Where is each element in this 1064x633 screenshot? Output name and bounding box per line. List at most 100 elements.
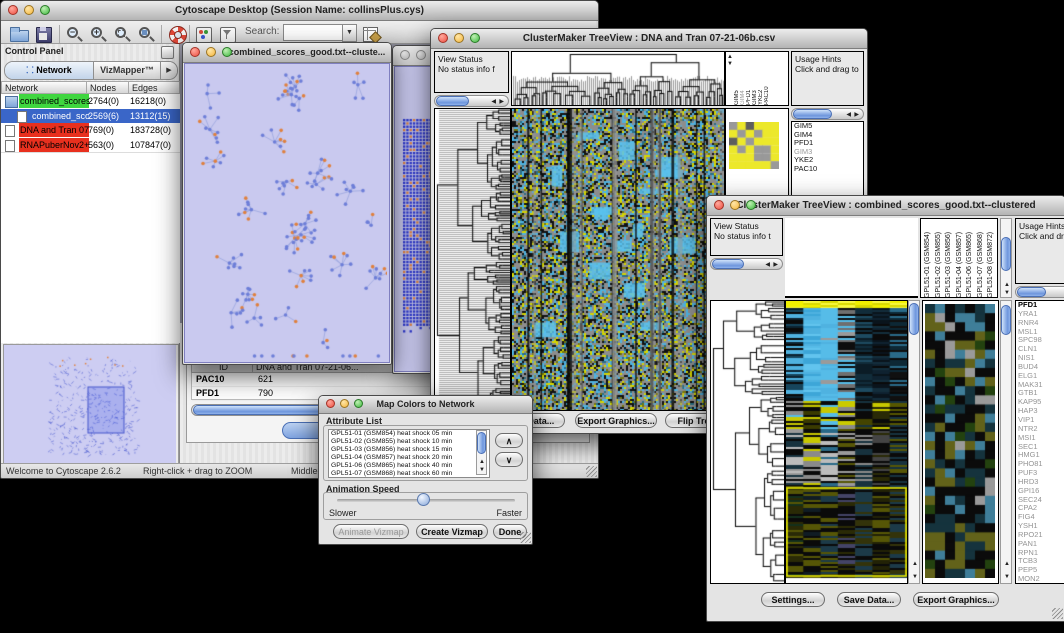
gene-label[interactable]: RNR4 [1016,319,1064,328]
gene-label[interactable]: PFD1 [792,139,863,148]
resize-grip[interactable] [586,466,597,477]
tv1-status-hscrollbar[interactable]: ◀▶ [434,95,509,107]
attribute-item[interactable]: GPL51-02 (GSM855) heat shock 10 min [329,438,489,446]
column-header-edges[interactable]: Edges [129,81,180,94]
zoom-selected-icon[interactable] [113,24,135,44]
close-button[interactable] [714,200,724,210]
tab-network[interactable]: ⸬ Network [5,62,94,79]
tv1-heatmap[interactable] [511,108,725,411]
column-header-network[interactable]: Network [1,81,87,94]
gene-label[interactable]: NTR2 [1016,425,1064,434]
gene-label[interactable]: PAN1 [1016,540,1064,549]
attribute-list-vscrollbar[interactable]: ▲▼ [476,430,487,475]
gene-label[interactable]: YSH1 [1016,522,1064,531]
close-button[interactable] [438,33,448,43]
move-up-button[interactable]: ∧ [495,433,523,448]
gene-label[interactable]: GTB1 [1016,389,1064,398]
attribute-list[interactable]: GPL51-01 (GSM854) heat shock 05 minGPL51… [328,429,490,478]
treeview1-title-bar[interactable]: ClusterMaker TreeView : DNA and Tran 07-… [431,29,867,49]
network-row[interactable]: DNA and Tran 07769(0)183728(0) [1,123,180,138]
gene-label[interactable]: PFD1 [1016,301,1064,310]
gene-label[interactable]: BUD4 [1016,363,1064,372]
minimize-button[interactable] [24,5,34,15]
network-row[interactable]: RNAPuberNov2+!563(0)107847(0) [1,138,180,153]
attribute-item[interactable]: GPL51-07 (GSM868) heat shock 60 min [329,470,489,478]
gene-label[interactable]: MSL1 [1016,328,1064,337]
gene-label[interactable]: MSI1 [1016,434,1064,443]
gene-label[interactable]: GIM5 [792,122,863,131]
gene-label[interactable]: RPN1 [1016,549,1064,558]
tv2-zoom-panel[interactable] [922,300,999,584]
gene-label[interactable]: PUF3 [1016,469,1064,478]
attribute-item[interactable]: GPL51-03 (GSM856) heat shock 15 min [329,446,489,454]
save-icon[interactable] [34,24,56,44]
gene-label[interactable]: VIP1 [1016,416,1064,425]
filter-icon[interactable] [218,24,240,44]
network1-canvas[interactable] [184,63,390,363]
column-header-nodes[interactable]: Nodes [87,81,129,94]
resize-grip[interactable] [520,532,531,543]
attribute-item[interactable]: GPL51-04 (GSM857) heat shock 20 min [329,454,489,462]
tv2-gene-list[interactable]: PFD1YRA1RNR4MSL1SPC98CLN1NIS1BUD4ELG1MAK… [1015,300,1064,584]
close-button[interactable] [326,399,335,408]
zoom-button[interactable] [470,33,480,43]
help-lifesaver-icon[interactable] [168,24,190,44]
tv1-hints-hscrollbar[interactable]: ◀▶ [791,108,864,120]
resize-grip[interactable] [1052,608,1063,619]
gene-label[interactable]: GIM3 [792,148,863,157]
gene-label[interactable]: SPC98 [1016,336,1064,345]
tv2-status-hscrollbar[interactable]: ◀▶ [710,258,783,270]
gene-label[interactable]: FIG4 [1016,513,1064,522]
gene-label[interactable]: NIS1 [1016,354,1064,363]
attribute-item[interactable]: GPL51-01 (GSM854) heat shock 05 min [329,430,489,438]
minimize-button[interactable] [454,33,464,43]
export-graphics-button[interactable]: Export Graphics... [913,592,999,607]
animate-vizmap-button[interactable]: Animate Vizmap [333,524,409,539]
gene-label[interactable]: HRD3 [1016,478,1064,487]
zoom-button[interactable] [746,200,756,210]
gene-label[interactable]: TCB3 [1016,557,1064,566]
gene-label[interactable]: CLN1 [1016,345,1064,354]
gene-label[interactable]: ELG1 [1016,372,1064,381]
gene-label[interactable]: PHO81 [1016,460,1064,469]
gene-label[interactable]: HAP3 [1016,407,1064,416]
search-dropdown-button[interactable]: ▼ [342,24,357,42]
attribute-item[interactable]: GPL51-06 (GSM865) heat shock 40 min [329,462,489,470]
gene-label[interactable]: PAC10 [792,165,863,174]
treeview2-title-bar[interactable]: ClusterMaker TreeView : combined_scores_… [707,196,1064,216]
tv1-column-dendrogram[interactable] [511,51,725,106]
gene-label[interactable]: SEC1 [1016,443,1064,452]
gene-label[interactable]: MAK31 [1016,381,1064,390]
gene-label[interactable]: PEP5 [1016,566,1064,575]
minimize-button[interactable] [206,47,216,57]
zoom-button[interactable] [354,399,363,408]
tv2-row-dendrogram[interactable] [710,300,785,584]
gene-label[interactable]: MON2 [1016,575,1064,584]
tv1-row-dendrogram[interactable] [434,108,511,411]
network-row[interactable]: combined_scores2764(0)16218(0) [1,94,180,109]
main-title-bar[interactable]: Cytoscape Desktop (Session Name: collins… [1,1,598,21]
tv2-zoom-vscrollbar[interactable]: ▲▼ [1000,300,1012,584]
network1-title-bar[interactable]: combined_scores_good.txt--cluste... [183,43,391,63]
open-folder-icon[interactable] [9,24,31,44]
gene-label[interactable]: KAP95 [1016,398,1064,407]
gene-label[interactable]: YKE2 [792,156,863,165]
gene-label[interactable]: RPO21 [1016,531,1064,540]
gene-label[interactable]: HMG1 [1016,451,1064,460]
float-panel-icon[interactable] [161,46,174,59]
zoom-in-icon[interactable]: + [89,24,111,44]
minimize-button[interactable] [340,399,349,408]
zoom-button[interactable] [40,5,50,15]
zoom-out-icon[interactable]: − [65,24,87,44]
tv2-heatmap[interactable] [785,300,908,584]
gene-label[interactable]: GPI16 [1016,487,1064,496]
settings-button[interactable]: Settings... [761,592,825,607]
tv2-hints-hscrollbar[interactable] [1015,286,1064,298]
minimize-button[interactable] [416,50,426,60]
close-button[interactable] [190,47,200,57]
tab-vizmapper[interactable]: VizMapper™ [93,62,161,79]
export-graphics-button[interactable]: Export Graphics... [575,413,657,428]
tabs-more-button[interactable]: ▶ [160,62,177,79]
attribute-editor-icon[interactable] [361,24,383,44]
tv2-heatmap-vscrollbar[interactable]: ▲▼ [908,300,920,584]
